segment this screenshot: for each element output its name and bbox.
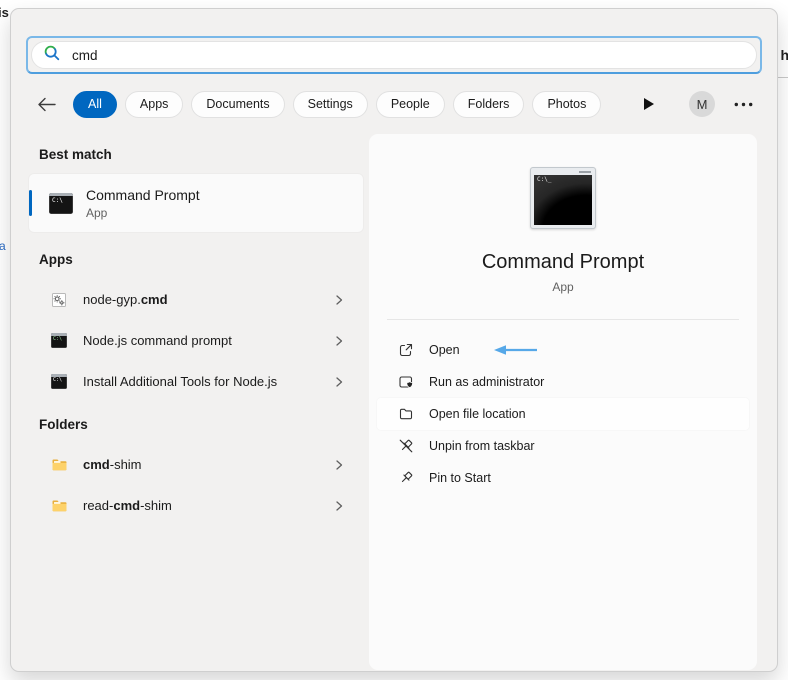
tab-photos[interactable]: Photos <box>532 90 602 118</box>
cmd-terminal-icon: C:\ <box>51 374 67 389</box>
nodejs-terminal-icon: C:\ <box>51 333 67 348</box>
app-item-install-additional-tools[interactable]: C:\ Install Additional Tools for Node.js <box>29 361 363 402</box>
search-field[interactable]: cmd <box>31 41 757 69</box>
folder-item-label: cmd-shim <box>83 457 142 472</box>
annotation-arrow-left <box>491 344 539 356</box>
folder-icon <box>51 498 67 514</box>
app-item-label: Install Additional Tools for Node.js <box>83 374 278 389</box>
action-pin-to-start[interactable]: Pin to Start <box>369 462 757 494</box>
search-box[interactable]: cmd <box>26 36 762 74</box>
action-list: Open Run as administrator Open file loca… <box>369 334 757 494</box>
tab-apps[interactable]: Apps <box>124 90 184 118</box>
best-match-subtitle: App <box>86 205 108 220</box>
app-item-label: Node.js command prompt <box>83 333 232 348</box>
chevron-right-icon[interactable] <box>333 376 345 388</box>
best-match-item[interactable]: C:\ Command Prompt App <box>29 174 363 232</box>
action-label: Open file location <box>429 407 526 421</box>
search-input[interactable]: cmd <box>72 48 98 63</box>
best-match-header: Best match <box>39 147 112 162</box>
filter-bar-right: M <box>644 91 753 117</box>
more-options-icon[interactable] <box>734 102 753 107</box>
open-external-icon <box>398 342 414 358</box>
tab-people[interactable]: People <box>375 90 445 118</box>
chevron-right-icon[interactable] <box>333 335 345 347</box>
filter-bar: All Apps Documents Settings People Folde… <box>37 89 753 119</box>
results-column: Best match C:\ Command Prompt App Apps n… <box>29 137 363 526</box>
tab-folders[interactable]: Folders <box>452 90 525 118</box>
action-label: Run as administrator <box>429 375 545 389</box>
folders-list: cmd-shim read-cmd-shim <box>29 444 363 526</box>
apps-header: Apps <box>39 252 73 267</box>
back-button[interactable] <box>37 97 56 112</box>
folder-outline-icon <box>398 406 414 422</box>
tab-all[interactable]: All <box>73 90 117 118</box>
preview-subtitle: App <box>552 280 574 294</box>
preview-divider <box>387 319 739 320</box>
account-avatar[interactable]: M <box>689 91 715 117</box>
background-text-fragment: h <box>780 47 788 63</box>
chevron-right-icon[interactable] <box>333 294 345 306</box>
action-open[interactable]: Open <box>369 334 757 366</box>
search-icon <box>43 44 61 67</box>
background-rule-fragment <box>777 77 788 78</box>
command-prompt-icon: C:\ <box>49 192 73 214</box>
batch-file-icon <box>51 292 67 308</box>
command-prompt-large-icon: C:\_ <box>530 167 596 229</box>
folder-icon <box>51 457 67 473</box>
action-label: Pin to Start <box>429 471 491 485</box>
tab-settings[interactable]: Settings <box>292 90 368 118</box>
app-item-nodejs-command-prompt[interactable]: C:\ Node.js command prompt <box>29 320 363 361</box>
admin-shield-icon <box>398 374 414 390</box>
action-unpin-from-taskbar[interactable]: Unpin from taskbar <box>369 430 757 462</box>
action-run-as-administrator[interactable]: Run as administrator <box>369 366 757 398</box>
action-label: Unpin from taskbar <box>429 439 535 453</box>
tab-documents[interactable]: Documents <box>191 90 285 118</box>
best-match-title: Command Prompt <box>86 186 200 203</box>
action-open-file-location[interactable]: Open file location <box>377 398 749 430</box>
unpin-icon <box>398 438 414 454</box>
preview-pane: C:\_ Command Prompt App Open Run as admi… <box>369 134 757 670</box>
folder-item-read-cmd-shim[interactable]: read-cmd-shim <box>29 485 363 526</box>
folder-item-cmd-shim[interactable]: cmd-shim <box>29 444 363 485</box>
app-item-label: node-gyp.cmd <box>83 292 168 307</box>
chevron-right-icon[interactable] <box>333 459 345 471</box>
pin-icon <box>398 470 414 486</box>
folders-header: Folders <box>39 417 88 432</box>
search-flyout-panel: cmd All Apps Documents Settings People F… <box>10 8 778 672</box>
background-text-fragment: is <box>0 5 9 20</box>
expand-filters-icon[interactable] <box>644 98 654 110</box>
selection-accent-bar <box>29 190 32 216</box>
app-item-node-gyp-cmd[interactable]: node-gyp.cmd <box>29 279 363 320</box>
folder-item-label: read-cmd-shim <box>83 498 172 513</box>
apps-list: node-gyp.cmd C:\ Node.js command prompt … <box>29 279 363 402</box>
preview-title: Command Prompt <box>481 251 645 273</box>
action-label: Open <box>429 343 460 357</box>
chevron-right-icon[interactable] <box>333 500 345 512</box>
background-link-fragment: a <box>0 239 6 253</box>
